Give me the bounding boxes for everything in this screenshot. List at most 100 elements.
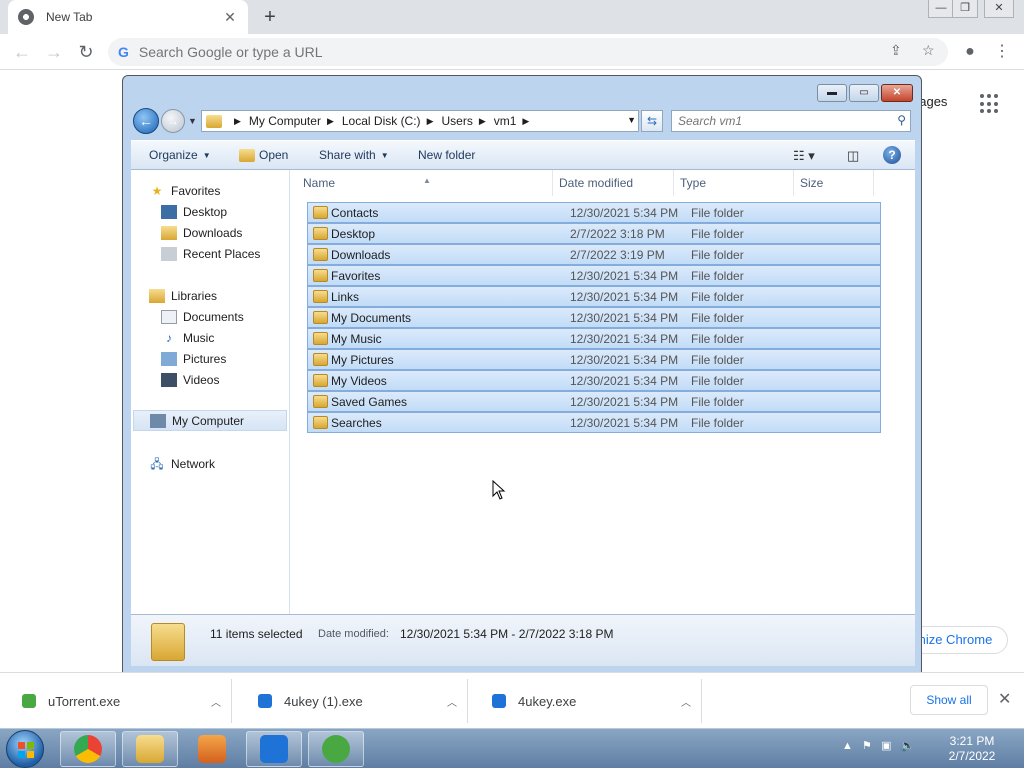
breadcrumb-vm1[interactable]: vm1 ▶ — [494, 114, 538, 128]
explorer-window: ▬ ▭ ✕ ← → ▼ ▶ My Computer ▶ Local Disk (C… — [122, 75, 922, 673]
download-item-utorrent[interactable]: uTorrent.exe ︿ — [0, 679, 232, 723]
nav-favorites[interactable]: ★ Favorites — [149, 180, 221, 201]
file-row[interactable]: Favorites 12/30/2021 5:34 PM File folder — [307, 265, 881, 286]
file-date-modified: 12/30/2021 5:34 PM — [570, 374, 679, 388]
omnibox[interactable]: G ⇪ ☆ — [108, 38, 948, 66]
details-pane: 11 items selected Date modified: 12/30/2… — [131, 614, 915, 666]
back-arrow-icon[interactable]: ← — [10, 40, 34, 64]
tab-close-icon[interactable]: ✕ — [222, 9, 238, 25]
nav-pictures[interactable]: Pictures — [161, 348, 226, 369]
share-icon[interactable]: ⇪ — [890, 42, 902, 59]
file-row[interactable]: Desktop 2/7/2022 3:18 PM File folder — [307, 223, 881, 244]
new-folder-button[interactable]: New folder — [418, 148, 475, 162]
file-name: My Pictures — [331, 353, 394, 367]
taskbar-explorer[interactable] — [122, 731, 178, 767]
nav-documents[interactable]: Documents — [161, 306, 244, 327]
chrome-restore-button[interactable]: ❐ — [952, 0, 978, 18]
reload-icon[interactable]: ↻ — [74, 40, 98, 64]
omnibox-input[interactable] — [138, 44, 739, 60]
tab-new-tab[interactable]: New Tab ✕ — [8, 0, 248, 34]
chrome-menu-icon[interactable]: ⋮ — [990, 40, 1014, 64]
help-icon[interactable]: ? — [883, 146, 901, 164]
file-row[interactable]: My Videos 12/30/2021 5:34 PM File folder — [307, 370, 881, 391]
explorer-titlebar[interactable]: ▬ ▭ ✕ — [123, 76, 921, 106]
column-header-name[interactable]: Name ▲ — [297, 170, 553, 196]
tab-title: New Tab — [46, 10, 93, 24]
nav-recent-places[interactable]: Recent Places — [161, 243, 260, 264]
file-row[interactable]: Links 12/30/2021 5:34 PM File folder — [307, 286, 881, 307]
explorer-close-button[interactable]: ✕ — [881, 84, 913, 102]
open-button[interactable]: Open — [239, 148, 288, 162]
file-date-modified: 12/30/2021 5:34 PM — [570, 206, 679, 220]
explorer-minimize-button[interactable]: ▬ — [817, 84, 847, 102]
nav-desktop[interactable]: Desktop — [161, 201, 227, 222]
taskbar-clock[interactable]: 3:21 PM 2/7/2022 — [936, 734, 1008, 764]
forward-arrow-icon[interactable]: → — [42, 40, 66, 64]
file-row[interactable]: My Documents 12/30/2021 5:34 PM File folde… — [307, 307, 881, 328]
nav-music[interactable]: ♪ Music — [161, 327, 214, 348]
file-row[interactable]: Saved Games 12/30/2021 5:34 PM File folder — [307, 391, 881, 412]
history-dropdown-icon[interactable]: ▼ — [188, 116, 197, 126]
google-g-icon: G — [118, 44, 129, 60]
explorer-maximize-button[interactable]: ▭ — [849, 84, 879, 102]
nav-downloads[interactable]: Downloads — [161, 222, 242, 243]
nav-my-computer[interactable]: My Computer — [133, 410, 287, 431]
chrome-minimize-button[interactable]: — — [928, 0, 954, 18]
view-options-icon[interactable]: ☷ ▾ — [793, 148, 815, 164]
breadcrumb-my-computer[interactable]: My Computer ▶ — [249, 114, 342, 128]
chevron-up-icon[interactable]: ︿ — [437, 694, 467, 709]
refresh-icon[interactable]: ⇆ — [641, 110, 663, 132]
explorer-forward-icon[interactable]: → — [161, 109, 185, 133]
date-modified-label: Date modified: — [318, 628, 389, 640]
download-item-4ukey-1[interactable]: 4ukey (1).exe ︿ — [236, 679, 468, 723]
file-list-pane: Name ▲ Date modified Type Size Contacts 12… — [297, 170, 915, 614]
address-dropdown-icon[interactable]: ▼ — [627, 115, 636, 125]
organize-button[interactable]: Organize ▼ — [149, 148, 211, 162]
file-row[interactable]: My Pictures 12/30/2021 5:34 PM File folder — [307, 349, 881, 370]
download-name: 4ukey (1).exe — [284, 693, 363, 709]
close-download-shelf-icon[interactable]: ✕ — [998, 689, 1011, 709]
preview-pane-icon[interactable]: ◫ — [847, 148, 859, 164]
file-row[interactable]: Searches 12/30/2021 5:34 PM File folder — [307, 412, 881, 433]
folder-icon — [313, 206, 328, 219]
column-header-size[interactable]: Size — [794, 170, 874, 196]
taskbar-chrome[interactable] — [60, 731, 116, 767]
folder-icon — [313, 311, 328, 324]
column-header-date-modified[interactable]: Date modified — [553, 170, 674, 196]
nav-network[interactable]: 🖧 Network — [149, 453, 215, 474]
file-rows: Contacts 12/30/2021 5:34 PM File folder Des… — [307, 202, 881, 433]
folder-icon — [313, 353, 328, 366]
apps-grid-icon[interactable] — [980, 94, 1000, 114]
chevron-up-icon[interactable]: ︿ — [201, 694, 231, 709]
file-type: File folder — [691, 416, 744, 430]
share-with-button[interactable]: Share with ▼ — [319, 148, 389, 162]
nav-videos[interactable]: Videos — [161, 369, 219, 390]
start-button[interactable] — [6, 730, 44, 768]
download-item-4ukey[interactable]: 4ukey.exe ︿ — [470, 679, 702, 723]
explorer-search-input[interactable] — [678, 114, 878, 128]
show-all-downloads-button[interactable]: Show all — [910, 685, 988, 715]
breadcrumb-local-disk[interactable]: Local Disk (C:) ▶ — [342, 114, 442, 128]
new-tab-button[interactable]: + — [258, 6, 282, 28]
taskbar-media-player[interactable] — [184, 731, 240, 767]
file-row[interactable]: Contacts 12/30/2021 5:34 PM File folder — [307, 202, 881, 223]
file-row[interactable]: My Music 12/30/2021 5:34 PM File folder — [307, 328, 881, 349]
search-icon[interactable]: ⚲ — [897, 113, 906, 127]
file-type: File folder — [691, 311, 744, 325]
file-row[interactable]: Downloads 2/7/2022 3:19 PM File folder — [307, 244, 881, 265]
chrome-close-button[interactable]: ✕ — [984, 0, 1014, 18]
taskbar-utorrent[interactable] — [308, 731, 364, 767]
documents-icon — [161, 309, 177, 324]
chevron-up-icon[interactable]: ︿ — [671, 694, 701, 709]
explorer-back-icon[interactable]: ← — [133, 108, 159, 134]
taskbar-4ukey[interactable] — [246, 731, 302, 767]
column-header-type[interactable]: Type — [674, 170, 794, 196]
bookmark-star-icon[interactable]: ☆ — [922, 42, 935, 59]
breadcrumb-users[interactable]: Users ▶ — [441, 114, 493, 128]
system-tray[interactable]: ▲ ⚑ ▣ 🔈 — [842, 739, 914, 752]
explorer-search-box[interactable]: ⚲ — [671, 110, 911, 132]
profile-avatar-icon[interactable]: ● — [958, 40, 982, 64]
nav-libraries[interactable]: Libraries — [149, 285, 217, 306]
address-bar[interactable]: ▶ My Computer ▶ Local Disk (C:) ▶ Users ▶ v… — [201, 110, 639, 132]
file-date-modified: 12/30/2021 5:34 PM — [570, 332, 679, 346]
